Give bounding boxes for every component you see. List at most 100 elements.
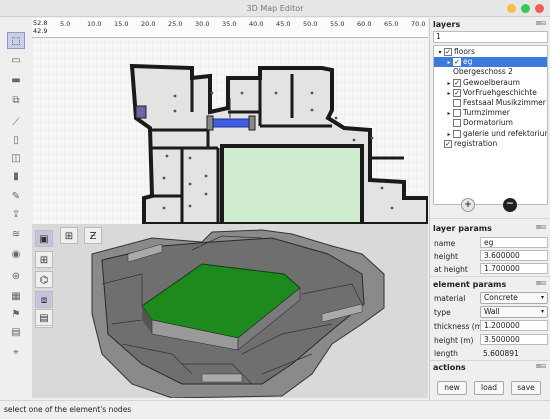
flag-tool-icon[interactable]: ⚑ [7, 306, 25, 323]
door-tool-icon[interactable]: ▯ [7, 132, 25, 149]
layer-visibility-checkbox[interactable]: ✓ [444, 139, 452, 148]
crosshair-tool-icon[interactable]: ⌖ [7, 344, 25, 361]
line-tool-icon[interactable]: ⟋ [7, 114, 25, 131]
selected-wall [209, 118, 253, 128]
layer-tree-item[interactable]: ▸ galerie und refektorium [434, 129, 547, 139]
save-view-icon[interactable]: ▤ [35, 309, 53, 326]
layer-tree-item[interactable]: ▸ ✓ Gewoelberaum [434, 78, 547, 88]
ruler-tick-label: 50.0 [303, 20, 318, 28]
layer-tree-item[interactable]: Festsaal Musikzimmer ... [434, 98, 547, 108]
mesh-view-icon[interactable]: ⌬ [35, 271, 53, 288]
layer-label: Obergeschoss 2 [453, 67, 513, 77]
material-select[interactable]: Concrete ▾ [480, 292, 548, 304]
image-tool-icon[interactable]: ▦ [7, 288, 25, 305]
ruler-tick-label: 10.0 [87, 20, 102, 28]
ruler-tick-label: 40.0 [249, 20, 264, 28]
chevron-down-icon[interactable]: ▾ [436, 48, 444, 57]
layers-panel-controls[interactable]: ⊠⊟ [536, 20, 546, 27]
export-tool-icon[interactable]: ⇪ [7, 206, 25, 223]
wall-tool-icon[interactable]: ▭ [7, 52, 25, 69]
layer-tree-item[interactable]: Obergeschoss 2 [434, 67, 547, 77]
layer-label: Festsaal Musikzimmer ... [463, 98, 547, 107]
chevron-right-icon[interactable]: ▸ [445, 79, 453, 88]
layer-params-controls[interactable]: ⊠⊟ [536, 224, 546, 231]
element-params-title: element params [433, 280, 507, 289]
thickness-field[interactable]: 1.200000 [480, 320, 548, 331]
element-params-controls[interactable]: ⊠⊟ [536, 280, 546, 287]
material-label: material [434, 294, 466, 303]
material-value: Concrete [484, 293, 518, 302]
signal-tool-icon[interactable]: ⊛ [7, 268, 25, 285]
layer-visibility-checkbox[interactable]: ✓ [453, 78, 461, 87]
window-tool-icon[interactable]: ◫ [7, 150, 25, 167]
type-value: Wall [484, 307, 500, 316]
layer-tree-item[interactable]: ▸ Turmzimmer [434, 108, 547, 118]
chevron-right-icon[interactable]: ▸ [445, 58, 453, 67]
map-2d-view[interactable]: 5.0 10.0 15.0 20.0 25.0 30.0 35.0 40.0 45.0 50.0 5… [32, 18, 428, 224]
thickness-label: thickness (m) [434, 322, 485, 331]
map-3d-canvas[interactable] [32, 224, 428, 398]
brush-tool-icon[interactable]: ✎ [7, 188, 25, 205]
layer-visibility-checkbox[interactable] [453, 119, 461, 128]
type-select[interactable]: Wall ▾ [480, 306, 548, 318]
close-button[interactable] [535, 4, 544, 13]
save-button[interactable]: save [511, 381, 541, 395]
wifi-tool-icon[interactable]: ≋ [7, 226, 25, 243]
grid-toggle-icon[interactable]: ⊞ [60, 227, 78, 244]
ruler-tick-label: 5.0 [60, 20, 71, 28]
layer-tree-item[interactable]: Dormatorium [434, 118, 547, 128]
element-height-label: height (m) [434, 336, 474, 345]
add-layer-button[interactable]: + [461, 198, 475, 212]
ruler-tick-label: 65.0 [384, 20, 399, 28]
ruler-tick-label: 20.0 [141, 20, 156, 28]
layer-visibility-checkbox[interactable] [453, 129, 461, 138]
maximize-button[interactable] [521, 4, 530, 13]
layer-visibility-checkbox[interactable]: ✓ [444, 48, 452, 56]
z-axis-icon[interactable]: Ƶ [84, 227, 102, 244]
horizontal-ruler: 5.0 10.0 15.0 20.0 25.0 30.0 35.0 40.0 45.0 50.0 5… [32, 18, 428, 38]
floor-tool-icon[interactable]: ▬ [7, 72, 25, 89]
chevron-right-icon[interactable]: ▸ [445, 89, 453, 98]
layer-visibility-checkbox[interactable] [453, 99, 461, 107]
layer-tree-item[interactable]: ▾ ✓ floors [434, 47, 547, 57]
actions-panel-controls[interactable]: ⊠⊟ [536, 363, 546, 370]
layer-height-field[interactable]: 3.600000 [480, 250, 548, 261]
minimize-button[interactable] [507, 4, 516, 13]
map-3d-view[interactable]: ▣⊞⌬⧈◧▤ ⊞Ƶ [32, 224, 428, 398]
new-button[interactable]: new [437, 381, 467, 395]
layer-visibility-checkbox[interactable]: ✓ [453, 88, 461, 97]
layer-visibility-checkbox[interactable] [453, 109, 461, 118]
layer-at-height-field[interactable]: 1.700000 [480, 263, 548, 274]
type-label: type [434, 308, 451, 317]
layer-tree-item[interactable]: ▸ ✓ eg [434, 57, 547, 68]
layer-visibility-checkbox[interactable]: ✓ [453, 58, 461, 67]
remove-layer-button[interactable]: − [503, 198, 517, 212]
object-tool-icon[interactable]: ▮ [7, 168, 25, 185]
load-button[interactable]: load [474, 381, 504, 395]
layer-tree[interactable]: ▾ ✓ floors ▸ ✓ eg Obergeschoss 2 ▸ ✓ Gewoelberaum… [433, 45, 548, 205]
status-text: select one of the element's nodes [4, 405, 132, 414]
chevron-right-icon[interactable]: ▸ [445, 130, 453, 139]
stairs-tool-icon[interactable]: ⧉ [7, 92, 25, 109]
layer-name-label: name [434, 239, 456, 248]
layer-tree-item[interactable]: ✓ registration [434, 139, 547, 149]
element-height-field[interactable]: 3.500000 [480, 334, 548, 345]
chevron-right-icon[interactable]: ▸ [445, 109, 453, 118]
beacon-tool-icon[interactable]: ◉ [7, 246, 25, 263]
layers-view-icon[interactable]: ▣ [35, 230, 53, 247]
cube-view-icon[interactable]: ⧈ [35, 291, 53, 308]
layer-filter-input[interactable]: 1 [433, 31, 548, 43]
layer-label: registration [454, 138, 498, 148]
select-tool-icon[interactable]: ⬚ [7, 32, 25, 49]
layer-tree-item[interactable]: ▸ ✓ VorFruehgeschichte [434, 88, 547, 98]
side-panel: layers ⊠⊟ 1 ▾ ✓ floors ▸ ✓ eg Obergeschoss 2 ▸ ✓… [429, 18, 550, 400]
layer-label: floors [454, 47, 475, 56]
map-2d-canvas[interactable] [32, 18, 428, 224]
grid-view-icon[interactable]: ⊞ [35, 251, 53, 268]
layer-label: galerie und refektorium [463, 128, 547, 138]
chart-tool-icon[interactable]: ▤ [7, 324, 25, 341]
ruler-tick-label: 55.0 [330, 20, 345, 28]
layer-name-field[interactable]: eg [480, 237, 548, 248]
tool-palette: ⬚ ▭ ▬ ⧉ ⟋ ▯ ◫ ▮ ✎ ⇪ ≋ ◉ ⊛ ▦ ⚑ ▤ ⌖ [4, 28, 28, 408]
minus-icon: − [506, 199, 514, 209]
